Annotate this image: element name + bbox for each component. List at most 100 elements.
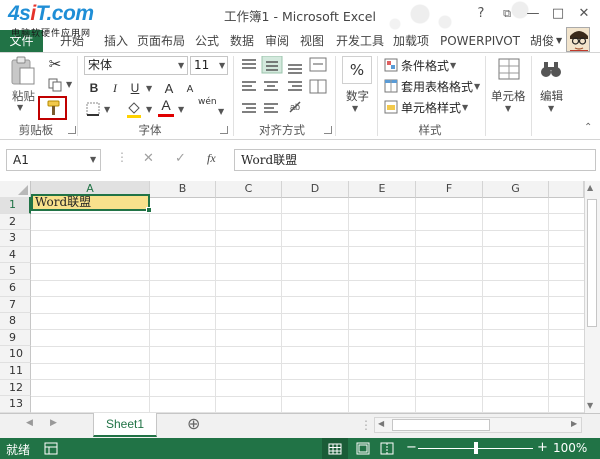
cells-icon[interactable] xyxy=(496,56,522,82)
editing-dropdown-icon[interactable]: ▼ xyxy=(548,104,554,113)
zoom-out-button[interactable]: − xyxy=(406,440,417,455)
conditional-formatting-button[interactable]: 条件格式 xyxy=(401,57,449,74)
row-header[interactable]: 6 xyxy=(0,280,31,297)
formula-input[interactable]: Word联盟 xyxy=(234,149,596,171)
cut-icon[interactable]: ✂ xyxy=(44,55,66,73)
phonetic-dropdown-icon[interactable]: ▼ xyxy=(218,107,224,116)
font-color-button[interactable]: A xyxy=(157,96,175,114)
number-button[interactable]: 数字 xyxy=(346,88,369,104)
copy-icon[interactable] xyxy=(44,76,66,94)
tab-developer[interactable]: 开发工具 xyxy=(336,30,384,52)
tab-addins[interactable]: 加载项 xyxy=(393,30,429,52)
row-header[interactable]: 1 xyxy=(0,197,31,214)
alignment-launcher-icon[interactable] xyxy=(324,126,332,134)
scroll-left-icon[interactable]: ◀ xyxy=(378,419,384,428)
shrink-font-button[interactable]: A xyxy=(182,81,198,97)
conditional-formatting-icon[interactable] xyxy=(384,58,398,72)
column-header[interactable]: G xyxy=(483,181,549,198)
sheet-scroll-left-icon[interactable]: ◀ xyxy=(26,418,33,428)
tab-split-grip-icon[interactable]: ⋮ xyxy=(360,418,372,432)
underline-button[interactable]: U xyxy=(126,79,144,97)
ribbon-display-options-button[interactable]: ⧉ xyxy=(496,4,518,24)
user-name[interactable]: 胡俊 xyxy=(530,30,554,52)
cells-button[interactable]: 单元格 xyxy=(491,88,526,104)
editing-button[interactable]: 编辑 xyxy=(540,88,563,104)
minimize-button[interactable]: — xyxy=(522,4,544,24)
format-as-table-button[interactable]: 套用表格格式 xyxy=(401,78,473,95)
collapse-ribbon-icon[interactable]: ⌃ xyxy=(584,122,592,133)
name-box-dropdown-icon[interactable]: ▼ xyxy=(90,155,96,164)
normal-view-button[interactable] xyxy=(322,438,348,459)
number-dropdown-icon[interactable]: ▼ xyxy=(352,104,358,113)
format-as-table-dropdown-icon[interactable]: ▼ xyxy=(474,82,480,91)
active-cell-a1[interactable]: Word联盟 xyxy=(31,194,150,211)
scroll-down-icon[interactable]: ▼ xyxy=(587,401,593,410)
paste-button[interactable]: 粘贴 xyxy=(12,88,35,104)
font-color-dropdown-icon[interactable]: ▼ xyxy=(178,105,184,114)
font-launcher-icon[interactable] xyxy=(220,126,228,134)
fill-color-icon[interactable] xyxy=(124,99,144,119)
close-button[interactable]: ✕ xyxy=(573,4,595,24)
conditional-formatting-dropdown-icon[interactable]: ▼ xyxy=(450,61,456,70)
font-name-dropdown-icon[interactable]: ▼ xyxy=(178,61,184,70)
help-button[interactable]: ? xyxy=(470,4,492,24)
underline-dropdown-icon[interactable]: ▼ xyxy=(146,84,152,93)
borders-icon[interactable] xyxy=(84,100,102,118)
tab-review[interactable]: 审阅 xyxy=(265,30,289,52)
binoculars-icon[interactable] xyxy=(538,56,564,82)
column-header[interactable]: B xyxy=(150,181,216,198)
fill-color-dropdown-icon[interactable]: ▼ xyxy=(146,105,152,114)
page-layout-view-icon[interactable] xyxy=(356,442,370,455)
scroll-up-icon[interactable]: ▲ xyxy=(587,183,593,192)
copy-dropdown-icon[interactable]: ▼ xyxy=(66,80,72,89)
cells-dropdown-icon[interactable]: ▼ xyxy=(505,104,511,113)
maximize-button[interactable]: □ xyxy=(547,4,569,24)
zoom-percentage[interactable]: 100% xyxy=(553,441,587,455)
vertical-scroll-thumb[interactable] xyxy=(587,199,597,327)
tab-powerpivot[interactable]: POWERPIVOT xyxy=(440,30,520,52)
scroll-right-icon[interactable]: ▶ xyxy=(571,419,577,428)
row-header[interactable]: 12 xyxy=(0,379,31,397)
cell-styles-dropdown-icon[interactable]: ▼ xyxy=(462,103,468,112)
horizontal-scroll-thumb[interactable] xyxy=(392,419,490,431)
row-header[interactable]: 13 xyxy=(0,396,31,413)
tab-view[interactable]: 视图 xyxy=(300,30,324,52)
new-sheet-button[interactable]: ⊕ xyxy=(187,415,200,433)
italic-button[interactable]: I xyxy=(106,79,124,97)
row-header[interactable]: 2 xyxy=(0,213,31,231)
bold-button[interactable]: B xyxy=(85,79,103,97)
column-header[interactable] xyxy=(549,181,584,198)
name-box[interactable]: A1 xyxy=(6,149,101,171)
tab-page-layout[interactable]: 页面布局 xyxy=(137,30,185,52)
number-format-icon[interactable]: % xyxy=(342,56,372,84)
macro-record-icon[interactable] xyxy=(44,442,58,455)
row-header[interactable]: 9 xyxy=(0,329,31,347)
paste-dropdown-icon[interactable]: ▼ xyxy=(17,103,23,112)
tab-formulas[interactable]: 公式 xyxy=(195,30,219,52)
select-all-corner[interactable] xyxy=(0,181,31,198)
fill-handle[interactable] xyxy=(146,207,152,213)
row-header[interactable]: 11 xyxy=(0,363,31,380)
phonetic-guide-button[interactable]: wén xyxy=(198,97,217,107)
column-header[interactable]: E xyxy=(349,181,416,198)
cell-styles-icon[interactable] xyxy=(384,100,398,114)
sheet-scroll-right-icon[interactable]: ▶ xyxy=(50,418,57,428)
row-header[interactable]: 7 xyxy=(0,296,31,314)
row-header[interactable]: 8 xyxy=(0,313,31,330)
column-header[interactable]: D xyxy=(282,181,349,198)
row-header[interactable]: 4 xyxy=(0,246,31,264)
font-name-select[interactable]: 宋体 xyxy=(84,56,188,75)
zoom-slider-thumb[interactable] xyxy=(474,442,478,454)
column-header[interactable]: C xyxy=(216,181,282,198)
user-avatar[interactable] xyxy=(566,27,590,52)
sheet-tab-sheet1[interactable]: Sheet1 xyxy=(93,413,157,437)
format-painter-button[interactable] xyxy=(38,96,67,120)
row-header[interactable]: 5 xyxy=(0,263,31,280)
insert-function-button[interactable]: fx xyxy=(207,151,216,166)
tab-data[interactable]: 数据 xyxy=(230,30,254,52)
user-dropdown-icon[interactable]: ▼ xyxy=(556,30,562,52)
font-size-dropdown-icon[interactable]: ▼ xyxy=(219,61,225,70)
row-header[interactable]: 10 xyxy=(0,346,31,363)
borders-dropdown-icon[interactable]: ▼ xyxy=(104,105,110,114)
paste-icon[interactable] xyxy=(8,56,38,88)
